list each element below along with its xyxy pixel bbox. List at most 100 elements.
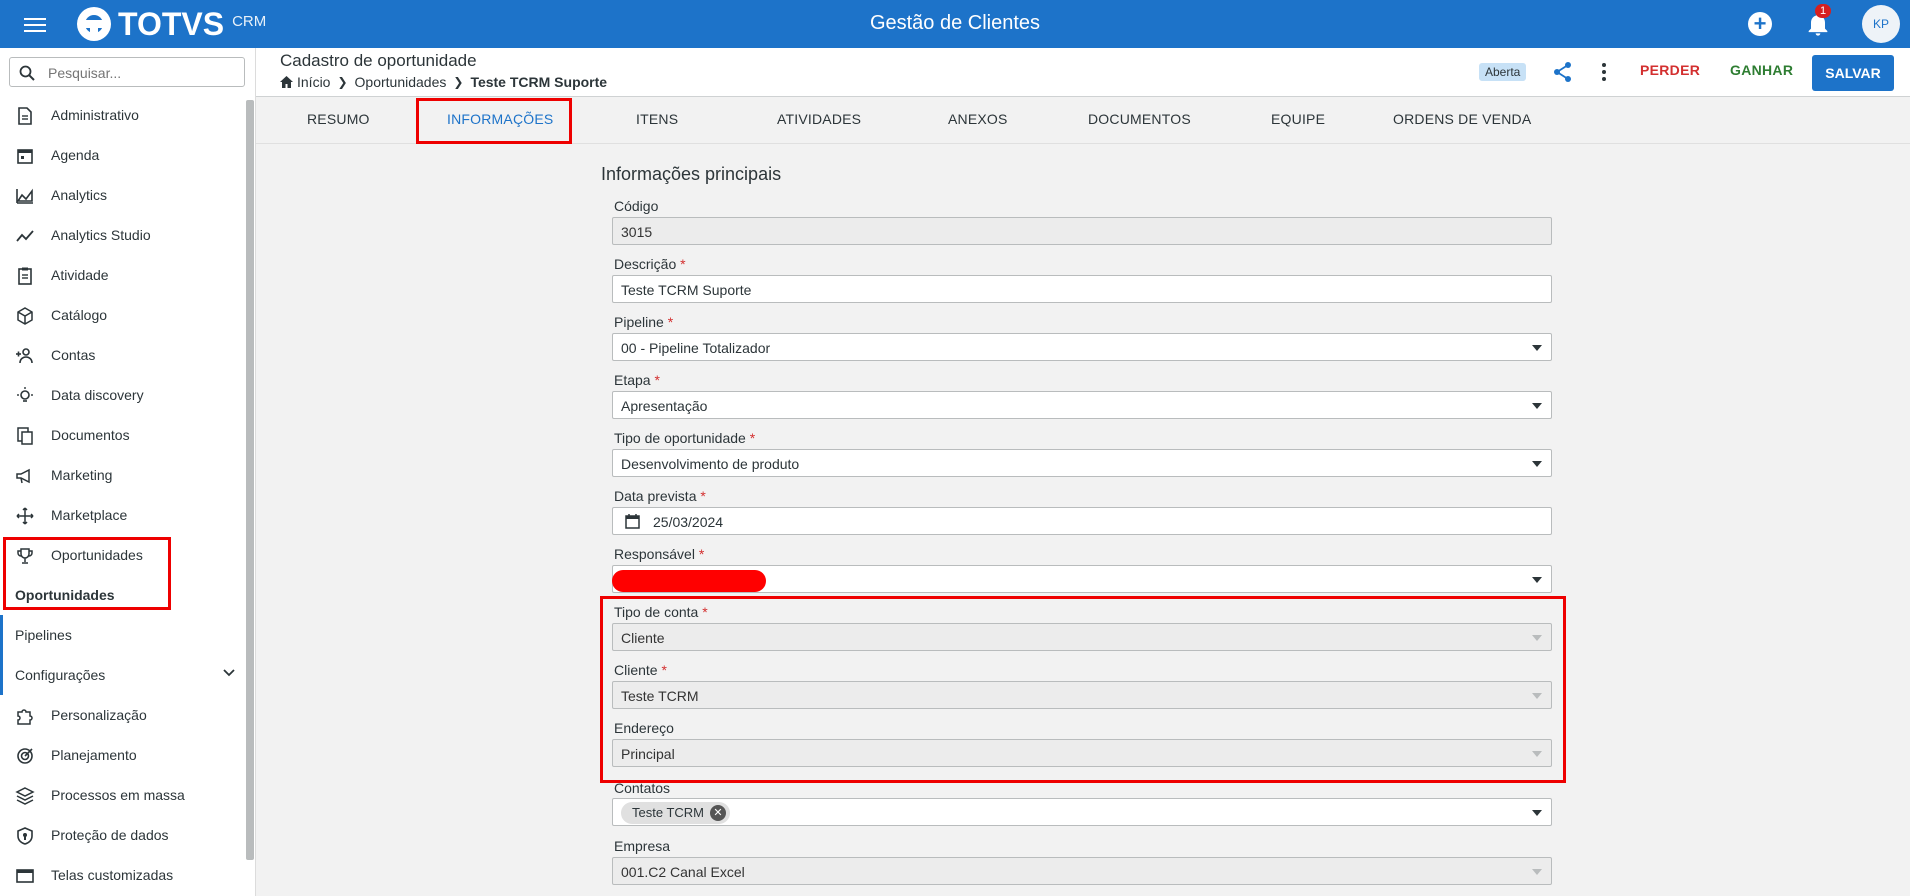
shield-icon (17, 827, 33, 845)
perder-button[interactable]: PERDER (1640, 62, 1700, 78)
tipo-oportunidade-label: Tipo de oportunidade * (614, 430, 756, 446)
tipo-oportunidade-select[interactable]: Desenvolvimento de produto (612, 449, 1552, 477)
dropdown-arrow-icon (1532, 403, 1542, 409)
sidebar-item-analytics-studio[interactable]: Analytics Studio (0, 215, 245, 255)
sidebar-item-label: Administrativo (51, 107, 139, 123)
dropdown-arrow-icon (1532, 810, 1542, 816)
highlight-box-conta-cliente (600, 596, 1566, 783)
sidebar-item-catalogo[interactable]: Catálogo (0, 295, 245, 335)
share-icon[interactable] (1552, 61, 1574, 83)
contatos-multiselect[interactable]: Teste TCRM ✕ (612, 798, 1552, 826)
search-icon (19, 65, 35, 81)
tab-itens[interactable]: ITENS (636, 111, 678, 127)
sidebar-sub-label: Configurações (15, 667, 106, 683)
search-box[interactable] (9, 57, 245, 87)
box-icon (17, 307, 33, 325)
empresa-value: 001.C2 Canal Excel (621, 864, 745, 880)
dropdown-arrow-icon (1532, 345, 1542, 351)
sidebar-scrollbar[interactable] (246, 100, 254, 860)
sidebar-item-contas[interactable]: Contas (0, 335, 245, 375)
descricao-value: Teste TCRM Suporte (621, 282, 752, 298)
contact-chip: Teste TCRM ✕ (621, 802, 730, 824)
add-icon[interactable]: + (1748, 12, 1772, 36)
sidebar-item-telas-customizadas[interactable]: Telas customizadas (0, 855, 245, 895)
data-prevista-value: 25/03/2024 (653, 514, 724, 530)
sidebar-item-documentos[interactable]: Documentos (0, 415, 245, 455)
people-icon (16, 348, 33, 364)
sidebar-item-data-discovery[interactable]: Data discovery (0, 375, 245, 415)
sidebar-item-label: Atividade (51, 267, 109, 283)
clipboard-icon (18, 267, 32, 285)
dropdown-arrow-icon (1532, 461, 1542, 467)
tab-resumo[interactable]: RESUMO (307, 111, 370, 127)
descricao-label: Descrição * (614, 256, 686, 272)
sidebar-item-atividade[interactable]: Atividade (0, 255, 245, 295)
tipo-oportunidade-value: Desenvolvimento de produto (621, 456, 800, 472)
empresa-label: Empresa (614, 838, 671, 854)
tab-anexos[interactable]: ANEXOS (948, 111, 1008, 127)
tab-atividades[interactable]: ATIVIDADES (777, 111, 861, 127)
layers-icon (15, 787, 35, 805)
status-badge: Aberta (1479, 63, 1527, 81)
page-header: Cadastro de oportunidade Início ❯ Oportu… (256, 48, 1910, 97)
sidebar-item-label: Personalização (51, 707, 147, 723)
arrows-icon (16, 507, 34, 525)
sidebar-item-marketing[interactable]: Marketing (0, 455, 245, 495)
codigo-label: Código (614, 198, 659, 214)
breadcrumb-home[interactable]: Início (297, 74, 330, 90)
app-title: Gestão de Clientes (869, 12, 1041, 34)
sidebar-item-analytics[interactable]: Analytics (0, 175, 245, 215)
data-prevista-input[interactable]: 25/03/2024 (612, 507, 1552, 535)
sidebar-sub-pipelines[interactable]: Pipelines (0, 615, 245, 655)
contatos-label: Contatos (614, 780, 671, 796)
tab-equipe[interactable]: EQUIPE (1271, 111, 1325, 127)
ganhar-button[interactable]: GANHAR (1730, 62, 1793, 78)
breadcrumb: Início ❯ Oportunidades ❯ Teste TCRM Supo… (280, 74, 607, 90)
dropdown-arrow-icon (1532, 869, 1542, 875)
sidebar: Administrativo Agenda Analytics Analytic… (0, 48, 256, 896)
search-input[interactable] (48, 63, 238, 83)
top-bar: TOTVS CRM Gestão de Clientes + 1 KP (0, 0, 1910, 48)
etapa-select[interactable]: Apresentação (612, 391, 1552, 419)
salvar-button[interactable]: SALVAR (1812, 55, 1894, 91)
sidebar-item-label: Contas (51, 347, 96, 363)
sidebar-item-planejamento[interactable]: Planejamento (0, 735, 245, 775)
more-options-icon[interactable] (1600, 61, 1608, 83)
tab-documentos[interactable]: DOCUMENTOS (1088, 111, 1191, 127)
home-icon (280, 76, 293, 88)
tab-ordens-de-venda[interactable]: ORDENS DE VENDA (1393, 111, 1531, 127)
sidebar-item-agenda[interactable]: Agenda (0, 135, 245, 175)
pipeline-label: Pipeline * (614, 314, 674, 330)
avatar[interactable]: KP (1862, 5, 1900, 43)
page-title: Cadastro de oportunidade (280, 51, 477, 70)
sidebar-item-marketplace[interactable]: Marketplace (0, 495, 245, 535)
window-icon (16, 869, 34, 883)
descricao-input[interactable]: Teste TCRM Suporte (612, 275, 1552, 303)
highlight-box-informacoes (416, 98, 572, 144)
breadcrumb-current: Teste TCRM Suporte (470, 74, 608, 90)
empresa-select: 001.C2 Canal Excel (612, 857, 1552, 885)
sidebar-item-processos-em-massa[interactable]: Processos em massa (0, 775, 245, 815)
sidebar-item-label: Marketplace (51, 507, 128, 523)
chevron-down-icon (223, 669, 235, 677)
codigo-value: 3015 (621, 224, 653, 240)
redaction-mark (612, 570, 766, 592)
sidebar-item-label: Marketing (51, 467, 113, 483)
breadcrumb-oportunidades[interactable]: Oportunidades (355, 74, 447, 90)
sidebar-sub-configuracoes[interactable]: Configurações (0, 655, 245, 695)
line-chart-icon (16, 230, 34, 242)
megaphone-icon (16, 468, 30, 484)
sidebar-item-administrativo[interactable]: Administrativo (0, 95, 245, 135)
etapa-label: Etapa * (614, 372, 660, 388)
codigo-field: 3015 (612, 217, 1552, 245)
puzzle-icon (17, 709, 33, 725)
remove-chip-icon[interactable]: ✕ (710, 805, 726, 821)
sidebar-item-label: Planejamento (51, 747, 137, 763)
calendar-icon[interactable] (625, 513, 640, 529)
highlight-box-oportunidades (3, 537, 171, 610)
sidebar-item-protecao-de-dados[interactable]: Proteção de dados (0, 815, 245, 855)
data-prevista-label: Data prevista * (614, 488, 706, 504)
pipeline-select[interactable]: 00 - Pipeline Totalizador (612, 333, 1552, 361)
sidebar-item-personalizacao[interactable]: Personalização (0, 695, 245, 735)
section-title: Informações principais (601, 164, 782, 184)
